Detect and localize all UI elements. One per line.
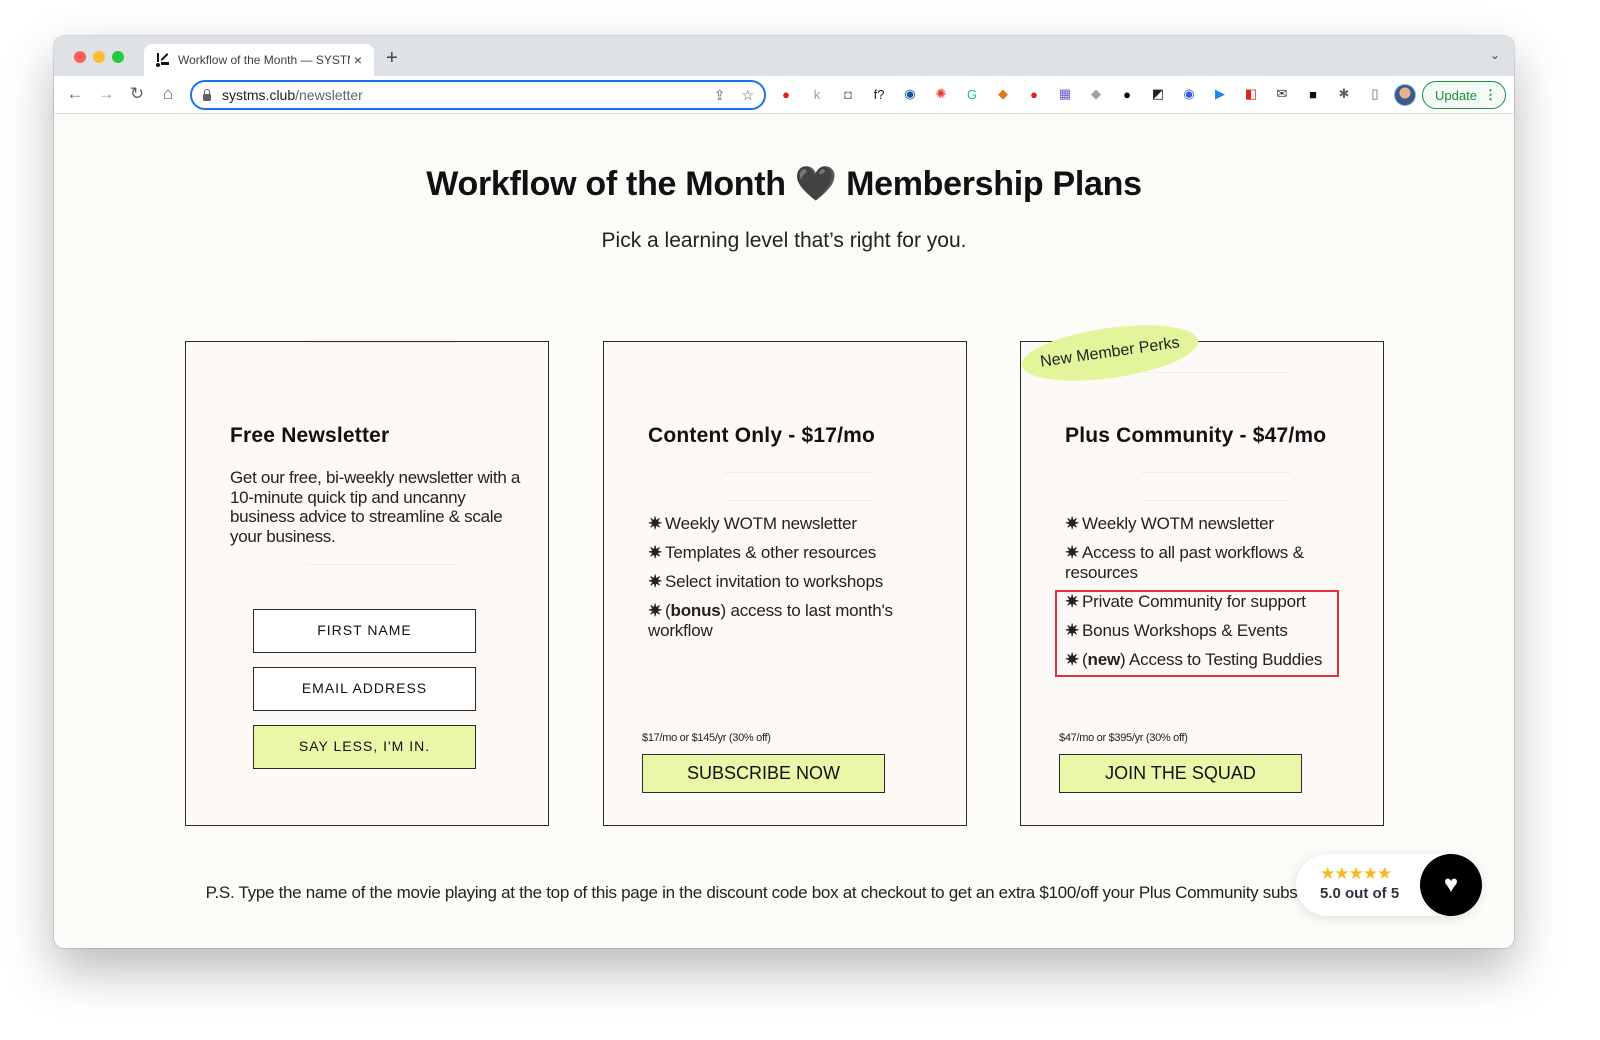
address-bar[interactable]: systms.club /newsletter ⇪ ☆	[190, 80, 766, 110]
feature-emphasis: bonus	[670, 601, 721, 620]
extension-k-icon[interactable]: k	[807, 84, 827, 104]
plan-title: Free Newsletter	[230, 424, 390, 447]
bird-icon[interactable]: ◆	[1086, 84, 1106, 104]
heart-icon: ♥	[1443, 871, 1459, 898]
color-picker-icon[interactable]: ✺	[931, 84, 951, 104]
price-note: $47/mo or $395/yr (30% off)	[1059, 732, 1188, 744]
extensions-bar: ● k ◘ f? ◉ ✺ G ◆ ● ▦ ◆ ● ◩ ◉ ▶ ◧ ✉ ■ ✱ ▯	[776, 84, 1385, 104]
dot-icon[interactable]: ●	[1117, 84, 1137, 104]
url-path: /newsletter	[295, 87, 363, 103]
plan-card-free: Free Newsletter Get our free, bi-weekly …	[185, 341, 549, 826]
asterisk-bullet-icon: ✷	[648, 514, 663, 533]
layout-icon[interactable]: ▦	[1055, 84, 1075, 104]
url-host: systms.club	[222, 87, 296, 103]
plan-card-content-only: Content Only - $17/mo ✷ Weekly WOTM newsl…	[603, 341, 967, 826]
feature-item: ✷ Access to all past workflows & resource…	[1065, 543, 1304, 582]
asterisk-bullet-icon: ✷	[648, 572, 663, 591]
rating-text: 5.0 out of 5	[1320, 885, 1400, 902]
forward-button[interactable]: →	[95, 84, 117, 104]
page-content: Workflow of the Month 🖤 Membership Plans…	[54, 114, 1514, 948]
asterisk-bullet-icon: ✷	[1065, 514, 1080, 533]
five-stars-icon: ★★★★★	[1320, 864, 1392, 883]
browser-toolbar: ← → ↻ ⌂ systms.club /newsletter ⇪ ☆ ● k ◘ f…	[54, 76, 1514, 114]
highlight-box	[1055, 590, 1339, 677]
metamask-icon[interactable]: ◆	[993, 84, 1013, 104]
tab-close-icon[interactable]: ×	[350, 52, 366, 68]
record-icon[interactable]: ●	[1024, 84, 1044, 104]
feature-item: ✷ Weekly WOTM newsletter	[648, 514, 857, 533]
camera-icon[interactable]: ◘	[838, 84, 858, 104]
video-icon[interactable]: ■	[1303, 84, 1323, 104]
share-icon[interactable]: ⇪	[714, 87, 726, 104]
asterisk-bullet-icon: ✷	[648, 543, 663, 562]
subscribe-now-button[interactable]: SUBSCRIBE NOW	[642, 754, 885, 793]
feature-item: ✷ Weekly WOTM newsletter	[1065, 514, 1274, 533]
page-subtitle: Pick a learning level that’s right for y…	[601, 229, 967, 252]
update-button[interactable]: Update ⋮	[1422, 81, 1506, 109]
tab-strip: Workflow of the Month — SYSTMS × + ⌄	[54, 36, 1514, 76]
sidepanel-icon[interactable]: ▯	[1365, 84, 1385, 104]
first-name-input[interactable]: FIRST NAME	[253, 609, 476, 653]
divider	[1141, 472, 1291, 473]
divider	[724, 472, 874, 473]
browser-menu-icon[interactable]: ⋮	[1484, 87, 1497, 103]
plan-card-plus-community: New Member Perks Plus Community - $47/mo…	[1018, 315, 1384, 826]
circle-blue-icon[interactable]: ◉	[1179, 84, 1199, 104]
heart-button[interactable]: ♥	[1420, 854, 1482, 916]
puzzle-icon[interactable]: ✱	[1334, 84, 1354, 104]
password-manager-icon[interactable]: ◉	[900, 84, 920, 104]
feature-list: ✷ Weekly WOTM newsletter ✷ Templates & othe…	[648, 514, 938, 650]
reload-button[interactable]: ↻	[126, 84, 148, 104]
mail-icon[interactable]: ✉	[1272, 84, 1292, 104]
plan-title: Content Only - $17/mo	[648, 424, 876, 447]
grammarly-icon[interactable]: G	[962, 84, 982, 104]
new-member-perks-badge: New Member Perks	[1018, 315, 1202, 391]
feature-item: ✷ (bonus) access to last month's workflow	[648, 601, 893, 640]
fonts-icon[interactable]: f?	[869, 84, 889, 104]
new-tab-button[interactable]: +	[386, 48, 398, 68]
back-button[interactable]: ←	[64, 84, 86, 104]
asterisk-bullet-icon: ✷	[648, 601, 663, 620]
profile-avatar[interactable]	[1394, 84, 1416, 106]
email-address-input[interactable]: EMAIL ADDRESS	[253, 667, 476, 711]
minimize-window-button[interactable]	[93, 51, 105, 63]
tab-search-chevron-icon[interactable]: ⌄	[1490, 48, 1500, 62]
feature-item: ✷ Select invitation to workshops	[648, 572, 883, 591]
play-icon[interactable]: ▶	[1210, 84, 1230, 104]
say-less-button[interactable]: SAY LESS, I'M IN.	[253, 725, 476, 769]
divider	[724, 500, 874, 501]
feature-item: ✷ Templates & other resources	[648, 543, 877, 562]
join-the-squad-button[interactable]: JOIN THE SQUAD	[1059, 754, 1302, 793]
page-title: Workflow of the Month 🖤 Membership Plans	[426, 165, 1142, 203]
divider	[306, 564, 456, 565]
asterisk-bullet-icon: ✷	[1065, 543, 1080, 562]
plan-title: Plus Community - $47/mo	[1065, 424, 1327, 447]
price-note: $17/mo or $145/yr (30% off)	[642, 732, 771, 744]
send-icon[interactable]: ◩	[1148, 84, 1168, 104]
divider	[306, 342, 456, 343]
close-window-button[interactable]	[74, 51, 86, 63]
bookmark-star-icon[interactable]: ☆	[741, 87, 754, 104]
lock-icon[interactable]	[202, 89, 212, 101]
home-button[interactable]: ⌂	[157, 84, 179, 104]
tab-title: Workflow of the Month — SYSTMS	[178, 53, 350, 67]
divider	[1141, 372, 1291, 373]
ps-discount-note: P.S. Type the name of the movie playing …	[205, 883, 1355, 902]
cursor-icon[interactable]: ◧	[1241, 84, 1261, 104]
plan-description: Get our free, bi-weekly newsletter with …	[230, 468, 521, 546]
update-label: Update	[1435, 87, 1477, 103]
maximize-window-button[interactable]	[112, 51, 124, 63]
browser-window: Workflow of the Month — SYSTMS × + ⌄ ← →…	[54, 36, 1514, 948]
systms-favicon-icon	[154, 52, 170, 68]
adblock-icon[interactable]: ●	[776, 84, 796, 104]
divider	[1141, 500, 1291, 501]
browser-tab-active[interactable]: Workflow of the Month — SYSTMS ×	[144, 44, 374, 76]
